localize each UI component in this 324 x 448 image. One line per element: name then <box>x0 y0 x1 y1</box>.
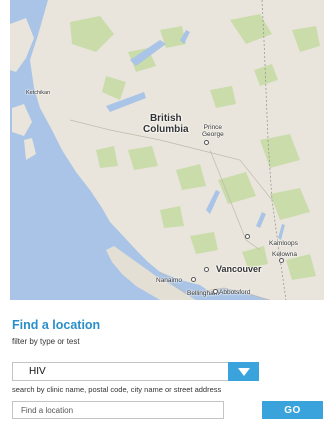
map-marker-kamloops <box>245 234 250 239</box>
map-label-nanaimo: Nanaimo <box>156 277 183 284</box>
map[interactable]: British Columbia Prince George Ketchikan… <box>10 0 324 300</box>
map-marker-prince-george <box>204 140 209 145</box>
map-marker-bellingham <box>213 289 218 294</box>
search-input[interactable] <box>12 401 224 419</box>
filter-select[interactable]: HIV <box>12 362 259 381</box>
find-location-title: Find a location <box>12 318 101 332</box>
filter-select-value: HIV <box>29 366 46 377</box>
filter-dropdown-button[interactable] <box>228 362 259 381</box>
map-label-british-columbia: British Columbia <box>143 113 189 135</box>
map-label-abbotsford: Abbotsford <box>219 289 251 296</box>
map-label-vancouver: Vancouver <box>216 264 262 274</box>
map-label-ketchikan: Ketchikan <box>26 90 51 96</box>
map-marker-vancouver <box>204 267 209 272</box>
find-location-panel: Find a location filter by type or test H… <box>10 300 324 448</box>
map-marker-kelowna <box>279 258 284 263</box>
map-label-prince-george: Prince George <box>202 124 224 138</box>
map-label-kelowna: Kelowna <box>272 251 297 258</box>
go-button[interactable]: GO <box>262 401 323 419</box>
search-hint: search by clinic name, postal code, city… <box>12 385 222 394</box>
map-marker-nanaimo <box>191 277 196 282</box>
map-label-kamloops: Kamloops <box>269 240 298 247</box>
filter-label: filter by type or test <box>12 337 80 346</box>
chevron-down-icon <box>237 367 250 376</box>
